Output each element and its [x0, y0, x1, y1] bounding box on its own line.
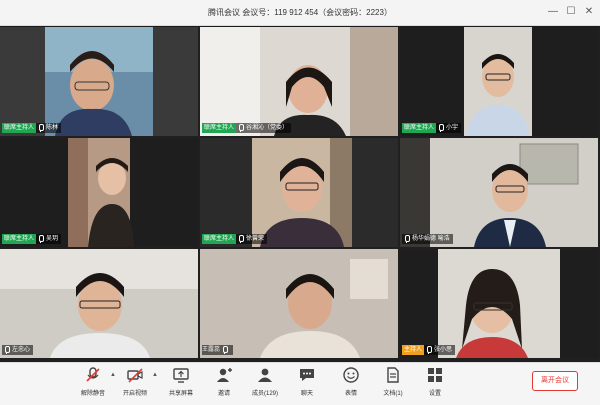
- participant-video: [200, 138, 398, 247]
- mic-icon: [38, 235, 45, 243]
- documents-button[interactable]: 文档(1): [376, 366, 410, 404]
- settings-label: 设置: [428, 391, 441, 397]
- participant-video: [200, 249, 398, 358]
- name-tag: 联席主持人 徐曾荣: [202, 234, 268, 244]
- settings-grid-icon: [428, 368, 442, 382]
- chat-button[interactable]: 聊天: [290, 366, 324, 404]
- mic-icon: [222, 346, 229, 354]
- name-tag: 联席主持人 谷湘沁（党委）: [202, 123, 292, 133]
- mic-icon: [238, 235, 245, 243]
- participant-name: 王露蕊: [202, 347, 221, 353]
- meeting-window: 腾讯会议 会议号：119 912 454（会议密码：2223） — ☐ ✕ 联席…: [0, 0, 600, 405]
- participant-video: [400, 249, 598, 358]
- participant-name: 徐曾荣: [246, 236, 265, 242]
- unmute-label: 解除静音: [80, 391, 105, 397]
- reaction-label: 表情: [344, 391, 357, 397]
- window-controls: — ☐ ✕: [548, 4, 594, 20]
- leave-meeting-button[interactable]: 离开会议: [532, 371, 578, 391]
- name-tag: 联席主持人 小宇: [402, 123, 462, 133]
- video-tile[interactable]: 杨华娟德 喻浩: [400, 138, 598, 247]
- name-tag: 杨华娟德 喻浩: [402, 234, 453, 244]
- name-tag: 联席主持人 吴玥: [2, 234, 62, 244]
- video-tile[interactable]: 主持人 张小思: [400, 249, 598, 358]
- mic-icon: [38, 124, 45, 132]
- minimize-icon[interactable]: —: [548, 4, 558, 20]
- unmute-button[interactable]: 解除静音: [76, 366, 110, 404]
- participant-video: [400, 138, 598, 247]
- participant-name: 张小思: [434, 347, 453, 353]
- mic-icon: [404, 235, 410, 243]
- title-bar: 腾讯会议 会议号：119 912 454（会议密码：2223） — ☐ ✕: [0, 0, 600, 26]
- document-icon: [387, 367, 399, 383]
- start-video-label: 开启视频: [122, 391, 147, 397]
- invite-label: 邀请: [217, 391, 230, 397]
- video-tile[interactable]: 联席主持人 徐曾荣: [200, 138, 398, 247]
- settings-button[interactable]: 设置: [418, 366, 452, 404]
- mic-icon: [438, 124, 445, 132]
- video-tile[interactable]: 王露蕊: [200, 249, 398, 358]
- mic-icon: [426, 346, 433, 354]
- name-tag: 主持人 张小思: [402, 345, 456, 355]
- participant-video: [0, 27, 198, 136]
- name-tag: 王露蕊: [202, 345, 234, 355]
- meeting-title: 腾讯会议 会议号：119 912 454（会议密码：2223）: [208, 8, 392, 17]
- participant-video: [0, 249, 198, 358]
- camera-off-icon: [127, 368, 143, 383]
- participant-name: 谷湘沁（党委）: [246, 125, 289, 131]
- maximize-icon[interactable]: ☐: [566, 4, 576, 20]
- members-button[interactable]: 成员(129): [248, 366, 282, 404]
- participant-name: 陈林: [46, 125, 59, 131]
- start-video-button[interactable]: 开启视频: [118, 366, 152, 404]
- name-tag: 联席主持人 陈林: [2, 123, 62, 133]
- mic-icon: [4, 346, 10, 354]
- share-screen-icon: [173, 368, 189, 383]
- participant-name: 小宇: [446, 125, 459, 131]
- share-screen-button[interactable]: 共享屏幕: [164, 366, 198, 404]
- mic-muted-icon: [86, 367, 100, 382]
- participant-video: [0, 138, 198, 247]
- video-tile[interactable]: 联席主持人 谷湘沁（党委）: [200, 27, 398, 136]
- meeting-toolbar: 解除静音 ▲ 开启视频 ▲ 共享屏幕 邀请 成员(129) 聊天 表情 文档(1…: [0, 362, 600, 405]
- role-badge: 联席主持人: [402, 123, 437, 133]
- role-badge: 联席主持人: [2, 123, 37, 133]
- audio-options-chevron-icon[interactable]: ▲: [110, 372, 116, 378]
- role-badge: 联席主持人: [202, 123, 237, 133]
- video-tile[interactable]: 左忠心: [0, 249, 198, 358]
- participant-name: 吴玥: [46, 236, 59, 242]
- emoji-icon: [343, 367, 359, 383]
- participant-name: 杨华娟德 喻浩: [412, 236, 450, 242]
- participant-video: [200, 27, 398, 136]
- invite-icon: [217, 368, 232, 382]
- video-grid: 联席主持人 陈林 联席主持人 谷湘沁（党委） 联席主持人 小宇 联席主持人 吴玥…: [0, 27, 600, 362]
- invite-button[interactable]: 邀请: [207, 366, 241, 404]
- participant-name: 左忠心: [12, 347, 31, 353]
- video-tile[interactable]: 联席主持人 陈林: [0, 27, 198, 136]
- chat-icon: [300, 369, 314, 381]
- video-options-chevron-icon[interactable]: ▲: [152, 372, 158, 378]
- video-tile[interactable]: 联席主持人 吴玥: [0, 138, 198, 247]
- role-badge: 联席主持人: [2, 234, 37, 244]
- role-badge: 主持人: [402, 345, 425, 355]
- reaction-button[interactable]: 表情: [334, 366, 368, 404]
- video-tile[interactable]: 联席主持人 小宇: [400, 27, 598, 136]
- close-icon[interactable]: ✕: [584, 4, 594, 20]
- mic-icon: [238, 124, 245, 132]
- name-tag: 左忠心: [2, 345, 34, 355]
- documents-label: 文档(1): [383, 391, 403, 397]
- share-screen-label: 共享屏幕: [168, 391, 193, 397]
- chat-label: 聊天: [300, 391, 313, 397]
- participant-video: [400, 27, 598, 136]
- members-label: 成员(129): [251, 391, 278, 397]
- members-icon: [258, 368, 272, 382]
- role-badge: 联席主持人: [202, 234, 237, 244]
